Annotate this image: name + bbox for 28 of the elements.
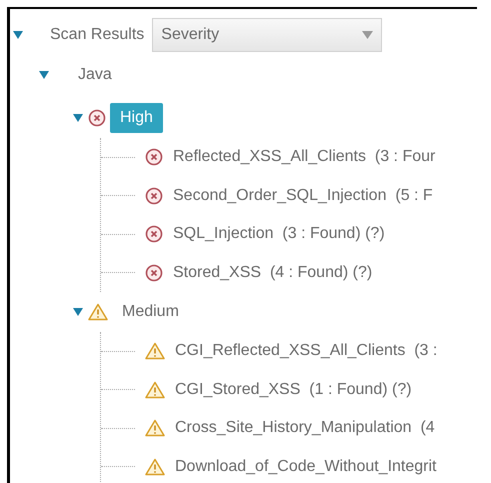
collapse-triangle-icon[interactable]	[72, 113, 84, 123]
warning-triangle-icon	[145, 342, 165, 360]
vulnerability-item[interactable]: CGI_Stored_XSS (1 : Found) (?)	[175, 378, 412, 402]
tree-root-label: Scan Results	[50, 25, 144, 45]
error-circle-icon	[145, 264, 163, 282]
warning-triangle-icon	[88, 303, 108, 321]
collapse-triangle-icon[interactable]	[12, 30, 24, 40]
error-circle-icon	[145, 225, 163, 244]
vulnerability-item[interactable]: SQL_Injection (3 : Found) (?)	[173, 222, 385, 246]
error-circle-icon	[88, 109, 106, 127]
warning-triangle-icon	[145, 458, 165, 476]
warning-triangle-icon	[145, 419, 165, 438]
vulnerability-item[interactable]: Cross_Site_History_Manipulation (4	[175, 416, 435, 440]
error-circle-icon	[145, 186, 163, 205]
severity-node[interactable]: Medium	[122, 297, 179, 327]
vulnerability-item[interactable]: CGI_Reflected_XSS_All_Clients (3 :	[175, 339, 438, 364]
warning-triangle-icon	[145, 380, 165, 399]
vulnerability-item[interactable]: Stored_XSS (4 : Found) (?)	[173, 260, 372, 285]
vulnerability-item[interactable]: Download_of_Code_Without_Integrit	[175, 454, 436, 479]
language-node[interactable]: Java	[78, 63, 112, 87]
severity-dropdown[interactable]: Severity	[152, 18, 382, 52]
collapse-triangle-icon[interactable]	[38, 70, 50, 80]
severity-node[interactable]: High	[110, 103, 163, 133]
vulnerability-item[interactable]: Second_Order_SQL_Injection (5 : F	[173, 184, 433, 208]
dropdown-caret-icon	[362, 31, 374, 39]
collapse-triangle-icon[interactable]	[72, 307, 84, 317]
error-circle-icon	[145, 148, 163, 166]
vulnerability-item[interactable]: Reflected_XSS_All_Clients (3 : Four	[173, 145, 436, 170]
